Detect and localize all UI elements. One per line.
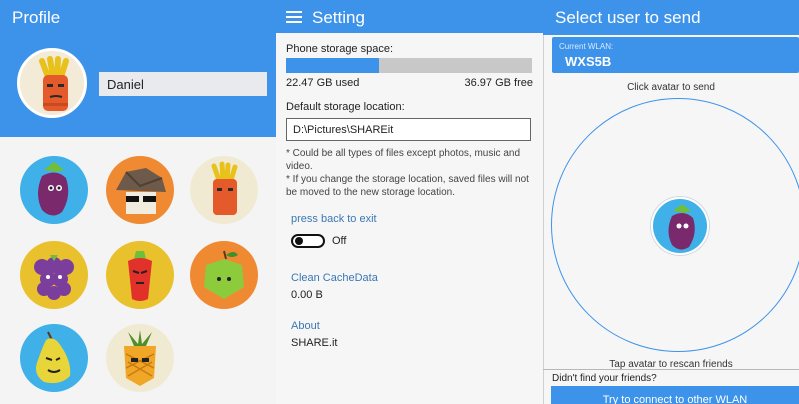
avatar-carrot[interactable]: [190, 156, 258, 224]
storage-note-1: * Could be all types of files except pho…: [286, 148, 521, 172]
avatar-apple[interactable]: [190, 241, 258, 309]
storage-note-2: * If you change the storage location, sa…: [286, 174, 529, 198]
carrot-icon: [190, 156, 258, 224]
avatar-chili[interactable]: [106, 241, 174, 309]
clean-cache-link[interactable]: Clean CacheData: [291, 272, 378, 284]
username-field[interactable]: Daniel: [99, 72, 267, 96]
mushroom-icon: [106, 156, 174, 224]
profile-header: Profile Daniel: [0, 0, 276, 137]
storage-progress-fill: [286, 58, 380, 73]
avatar-pear[interactable]: [20, 324, 88, 392]
storage-used: 22.47 GB used: [286, 77, 359, 89]
about-link[interactable]: About: [291, 320, 320, 332]
cache-size-value: 0.00: [291, 289, 313, 301]
avatar-pineapple[interactable]: [106, 324, 174, 392]
chili-icon: [106, 241, 174, 309]
storage-progress-bar: [286, 58, 532, 73]
footer-divider: [543, 369, 799, 370]
storage-free: 36.97 GB free: [465, 77, 534, 89]
hamburger-menu-icon[interactable]: [286, 11, 302, 23]
apple-icon: [190, 241, 258, 309]
storage-label: Phone storage space:: [286, 43, 394, 55]
toggle-knob: [295, 237, 303, 245]
storage-free-value: 36.97: [464, 77, 493, 89]
click-avatar-hint: Click avatar to send: [627, 82, 715, 93]
storage-used-value: 22.47: [286, 77, 314, 89]
storage-free-unit: GB free: [495, 77, 533, 89]
avatar-eggplant[interactable]: [20, 156, 88, 224]
avatar-grape[interactable]: [20, 241, 88, 309]
storage-path-input[interactable]: D:\Pictures\SHAREit: [286, 118, 531, 141]
connect-wlan-button[interactable]: Try to connect to other WLAN: [551, 386, 799, 404]
current-avatar[interactable]: [17, 48, 87, 118]
center-avatar[interactable]: [651, 197, 709, 255]
current-wlan-card: Current WLAN: WXS5B: [552, 37, 799, 73]
press-back-toggle[interactable]: [291, 234, 325, 248]
not-found-label: Didn't find your friends?: [552, 373, 657, 384]
press-back-label: press back to exit: [291, 213, 377, 225]
settings-title: Setting: [312, 8, 365, 27]
toggle-state: Off: [332, 235, 347, 247]
pineapple-icon: [106, 324, 174, 392]
default-location-label: Default storage location:: [286, 101, 405, 113]
profile-panel: Profile Daniel: [0, 0, 276, 404]
send-panel: Select user to send Current WLAN: WXS5B …: [543, 0, 799, 404]
cache-size: 0.00 B: [291, 289, 323, 301]
settings-panel: Setting Phone storage space: 22.47 GB us…: [276, 0, 543, 404]
profile-title: Profile: [12, 8, 61, 27]
pear-icon: [20, 324, 88, 392]
panel-divider: [543, 0, 544, 404]
avatar-mushroom[interactable]: [106, 156, 174, 224]
connect-wlan-label: Try to connect to other WLAN: [602, 394, 748, 404]
wlan-label: Current WLAN:: [559, 42, 614, 51]
about-value: SHARE.it: [291, 337, 338, 349]
storage-used-unit: GB used: [316, 77, 360, 89]
carrot-avatar-icon: [20, 51, 84, 115]
send-header: Select user to send: [543, 0, 799, 35]
cache-size-unit: B: [315, 289, 323, 301]
settings-header: Setting: [276, 0, 543, 33]
eggplant-icon: [20, 156, 88, 224]
grape-icon: [20, 241, 88, 309]
send-title: Select user to send: [555, 8, 701, 27]
wlan-name: WXS5B: [565, 54, 612, 69]
